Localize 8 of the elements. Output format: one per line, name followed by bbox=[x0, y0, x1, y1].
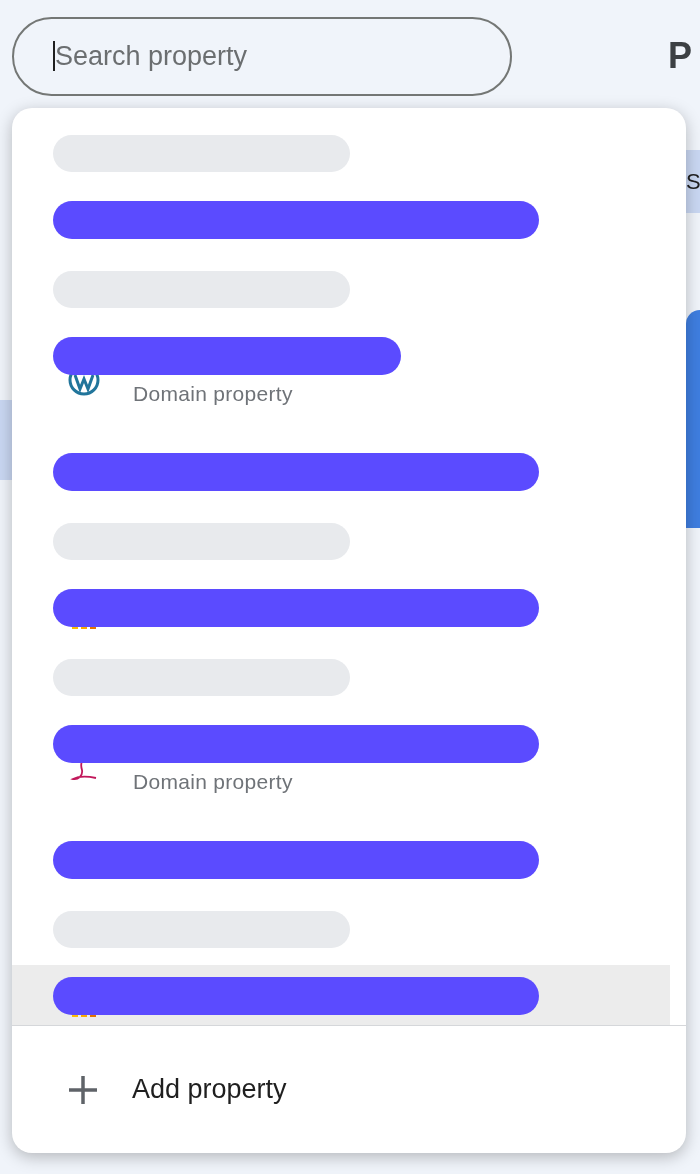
search-field[interactable]: Search property bbox=[12, 16, 512, 96]
side-tab[interactable]: S bbox=[686, 150, 700, 213]
property-type: Domain property bbox=[133, 382, 293, 406]
property-type: Domain property bbox=[133, 770, 293, 794]
plus-icon bbox=[68, 1074, 98, 1105]
add-property-button[interactable]: Add property bbox=[12, 1049, 686, 1130]
page-heading: P bbox=[668, 34, 692, 78]
property-row[interactable] bbox=[12, 965, 670, 1025]
